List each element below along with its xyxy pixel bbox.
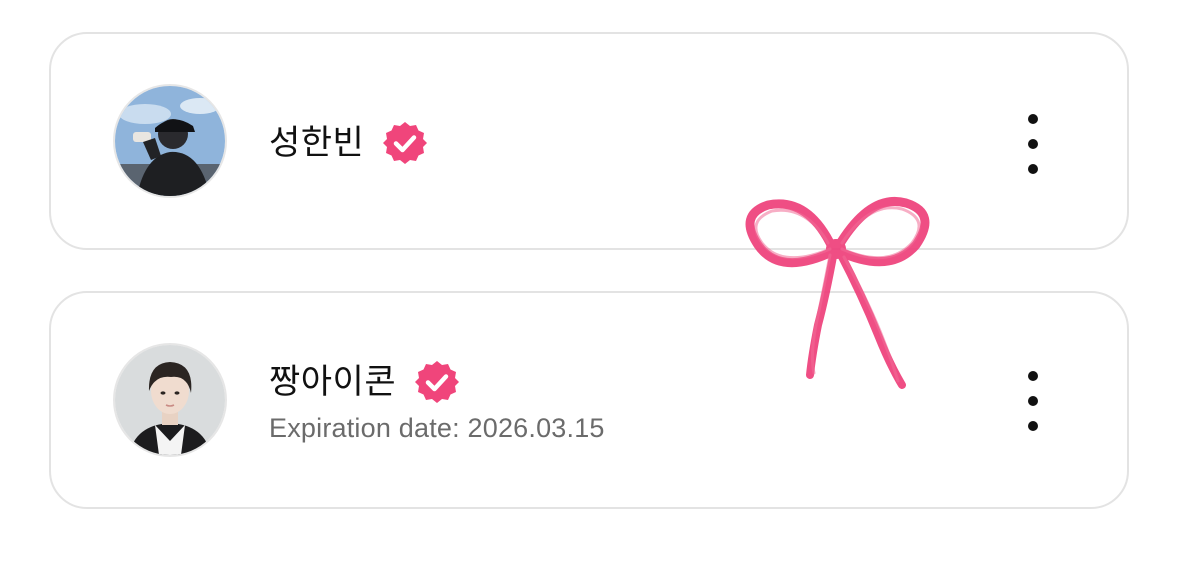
name-row: 성한빈 bbox=[269, 120, 428, 166]
avatar[interactable] bbox=[113, 343, 227, 457]
account-card[interactable]: 짱아이콘 Expiration date: 2026.03.15 bbox=[49, 291, 1129, 509]
verified-badge-icon bbox=[383, 122, 428, 164]
more-options-button[interactable] bbox=[1013, 114, 1053, 174]
avatar[interactable] bbox=[113, 84, 227, 198]
expiration-date: Expiration date: 2026.03.15 bbox=[269, 413, 605, 443]
name-row: 짱아이콘 bbox=[269, 359, 460, 405]
account-name: 짱아이콘 bbox=[269, 363, 397, 401]
account-name: 성한빈 bbox=[269, 124, 365, 162]
verified-badge-icon bbox=[415, 361, 460, 403]
account-card[interactable]: 성한빈 bbox=[49, 32, 1129, 250]
more-vertical-icon bbox=[1028, 114, 1038, 124]
more-vertical-icon bbox=[1028, 371, 1038, 381]
more-options-button[interactable] bbox=[1013, 371, 1053, 431]
